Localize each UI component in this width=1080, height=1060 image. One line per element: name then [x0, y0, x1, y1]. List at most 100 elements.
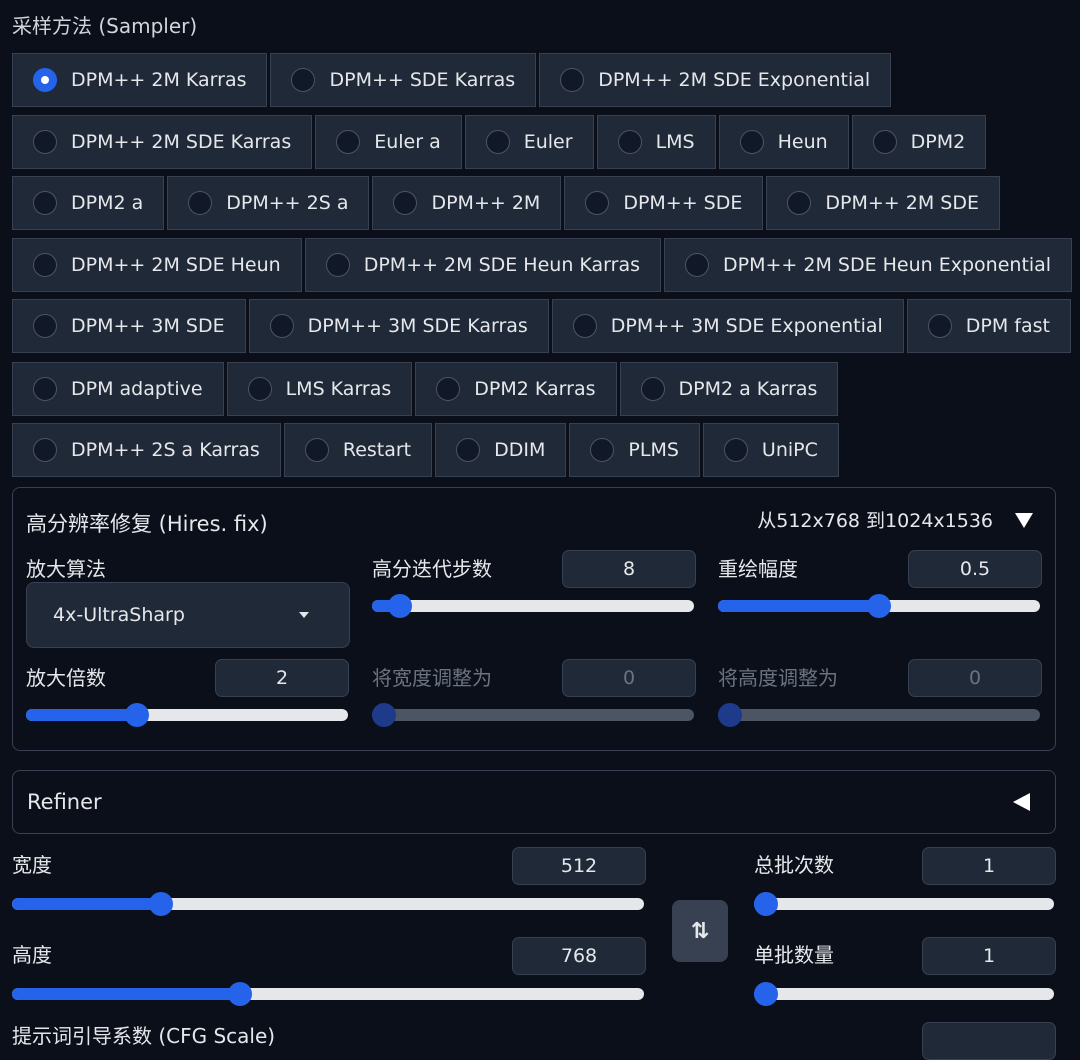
sampler-option[interactable]: Restart — [283, 423, 433, 477]
height-slider[interactable] — [12, 982, 644, 1006]
sampler-option[interactable]: DPM++ 2M SDE Exponential — [539, 53, 892, 107]
sampler-option[interactable]: DPM2 Karras — [415, 362, 617, 416]
radio-unchecked-icon[interactable] — [247, 377, 272, 401]
radio-unchecked-icon[interactable] — [436, 377, 461, 401]
radio-unchecked-icon[interactable] — [33, 377, 57, 401]
radio-unchecked-icon[interactable] — [723, 438, 748, 462]
width-input[interactable]: 512 — [512, 847, 646, 885]
sampler-option[interactable]: DPM adaptive — [12, 362, 224, 416]
hires-steps-input[interactable]: 8 — [562, 550, 696, 588]
width-slider[interactable] — [12, 892, 644, 916]
sampler-option[interactable]: DPM++ 2M SDE Heun Exponential — [664, 238, 1073, 292]
sampler-option[interactable]: DPM++ 3M SDE Karras — [248, 299, 549, 353]
batch-size-input[interactable]: 1 — [922, 937, 1056, 975]
sampler-row: DPM++ 2M SDE Karras Euler a Euler LMS Heun DP… — [12, 115, 987, 169]
sampler-option[interactable]: DDIM — [435, 423, 567, 477]
radio-unchecked-icon[interactable] — [590, 438, 615, 462]
radio-unchecked-icon[interactable] — [560, 68, 585, 92]
sampler-option[interactable]: DPM2 — [851, 115, 987, 169]
upscale-by-slider[interactable] — [26, 703, 348, 727]
sampler-option[interactable]: DPM++ 2M Karras — [12, 53, 268, 107]
sampler-option-label: DPM++ 3M SDE Exponential — [610, 315, 883, 337]
sampler-option-label: Heun — [777, 131, 828, 153]
sampler-option[interactable]: DPM++ 2M — [372, 176, 562, 230]
height-input[interactable]: 768 — [512, 937, 646, 975]
sampler-row: DPM adaptive LMS Karras DPM2 Karras DPM2 a … — [12, 362, 839, 416]
radio-checked-icon[interactable] — [33, 68, 57, 92]
cfg-scale-input[interactable] — [922, 1022, 1056, 1060]
sampler-option[interactable]: DPM++ SDE — [564, 176, 764, 230]
sampler-option[interactable]: DPM++ 3M SDE — [12, 299, 246, 353]
sampler-option-label: DPM++ 2M Karras — [71, 69, 247, 91]
refiner-title[interactable]: Refiner — [27, 790, 102, 814]
slider-thumb[interactable] — [227, 982, 252, 1006]
sampler-option[interactable]: Euler — [464, 115, 594, 169]
radio-unchecked-icon[interactable] — [325, 253, 350, 277]
radio-unchecked-icon[interactable] — [585, 191, 610, 215]
sampler-option[interactable]: LMS — [596, 115, 716, 169]
sampler-option[interactable]: DPM2 a Karras — [619, 362, 839, 416]
slider-thumb[interactable] — [867, 594, 891, 618]
sampler-option[interactable]: DPM++ 2M SDE Heun Karras — [304, 238, 662, 292]
slider-thumb[interactable] — [754, 892, 778, 916]
sampler-option[interactable]: DPM fast — [906, 299, 1071, 353]
sampler-option[interactable]: LMS Karras — [226, 362, 413, 416]
slider-thumb[interactable] — [387, 594, 412, 618]
radio-unchecked-icon[interactable] — [927, 314, 952, 338]
swap-dimensions-button[interactable]: ⇅ — [672, 900, 728, 962]
sampler-option[interactable]: Heun — [718, 115, 849, 169]
sampler-option[interactable]: DPM++ SDE Karras — [270, 53, 537, 107]
radio-unchecked-icon[interactable] — [188, 191, 213, 215]
radio-unchecked-icon[interactable] — [685, 253, 710, 277]
radio-unchecked-icon[interactable] — [739, 130, 764, 154]
radio-unchecked-icon[interactable] — [393, 191, 418, 215]
radio-unchecked-icon[interactable] — [617, 130, 642, 154]
sampler-option[interactable]: DPM2 a — [12, 176, 165, 230]
batch-count-input[interactable]: 1 — [922, 847, 1056, 885]
radio-unchecked-icon[interactable] — [33, 438, 57, 462]
hires-fix-title[interactable]: 高分辨率修复 (Hires. fix) — [26, 508, 268, 538]
radio-unchecked-icon[interactable] — [456, 438, 481, 462]
radio-unchecked-icon[interactable] — [336, 130, 361, 154]
sampler-option[interactable]: DPM++ 2M SDE Heun — [12, 238, 302, 292]
upscale-by-input[interactable]: 2 — [215, 659, 349, 697]
radio-unchecked-icon[interactable] — [787, 191, 812, 215]
expand-triangle-left-icon[interactable] — [1013, 793, 1030, 811]
width-label: 宽度 — [12, 853, 52, 877]
sampler-option[interactable]: PLMS — [569, 423, 700, 477]
radio-unchecked-icon[interactable] — [33, 314, 57, 338]
sampler-option-label: Restart — [342, 439, 412, 461]
radio-unchecked-icon[interactable] — [33, 253, 57, 277]
slider-thumb[interactable] — [149, 892, 174, 916]
denoise-slider[interactable] — [718, 594, 1040, 618]
sampler-option[interactable]: DPM++ 2M SDE — [766, 176, 1000, 230]
radio-unchecked-icon[interactable] — [872, 130, 897, 154]
sampler-option[interactable]: DPM++ 2S a — [167, 176, 370, 230]
radio-unchecked-icon[interactable] — [485, 130, 510, 154]
denoise-input[interactable]: 0.5 — [908, 550, 1042, 588]
sampler-option[interactable]: DPM++ 3M SDE Exponential — [551, 299, 904, 353]
sampler-option[interactable]: Euler a — [315, 115, 462, 169]
radio-unchecked-icon[interactable] — [269, 314, 294, 338]
slider-thumb[interactable] — [754, 982, 778, 1006]
hires-steps-slider[interactable] — [372, 594, 694, 618]
sampler-option[interactable]: DPM++ 2S a Karras — [12, 423, 281, 477]
batch-count-slider[interactable] — [754, 892, 1054, 916]
batch-size-slider[interactable] — [754, 982, 1054, 1006]
radio-unchecked-icon[interactable] — [33, 130, 57, 154]
sampler-option[interactable]: DPM++ 2M SDE Karras — [12, 115, 313, 169]
upscaler-dropdown[interactable]: 4x-UltraSharp — [26, 582, 350, 648]
radio-unchecked-icon[interactable] — [572, 314, 597, 338]
radio-unchecked-icon[interactable] — [33, 191, 57, 215]
radio-unchecked-icon[interactable] — [304, 438, 329, 462]
radio-unchecked-icon[interactable] — [291, 68, 316, 92]
sampler-row: DPM++ 2M Karras DPM++ SDE Karras DPM++ 2M … — [12, 53, 892, 107]
sampler-option[interactable]: UniPC — [702, 423, 839, 477]
height-label: 高度 — [12, 943, 52, 967]
resize-width-slider — [372, 703, 694, 727]
resize-width-input: 0 — [562, 659, 696, 697]
radio-unchecked-icon[interactable] — [640, 377, 665, 401]
sampler-option-label: LMS — [655, 131, 695, 153]
collapse-triangle-down-icon[interactable] — [1015, 513, 1033, 528]
refiner-panel[interactable]: Refiner — [12, 770, 1056, 834]
